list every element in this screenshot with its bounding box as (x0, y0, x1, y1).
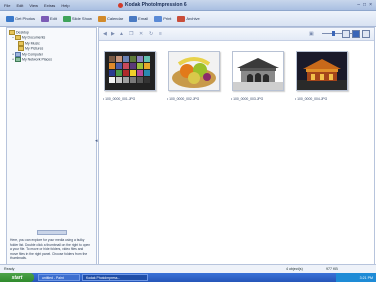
archive-button[interactable]: Archive (177, 15, 200, 22)
forward-icon[interactable]: ▶ (111, 31, 115, 37)
thumbnail-2[interactable] (168, 51, 220, 91)
tree-item-label: My Pictures (25, 46, 44, 51)
get-photos-button[interactable]: Get Photos (6, 15, 36, 22)
select-all-icon[interactable]: ▣ (309, 31, 314, 37)
slideshow-icon (62, 15, 71, 22)
zoom-slider-thumb[interactable] (332, 31, 335, 36)
toolbar-label: Slide Show (71, 16, 92, 21)
temple-night-image (297, 52, 347, 90)
folder-tree: Desktop – My Documents My Music My Pictu… (9, 30, 52, 63)
computer-icon (15, 51, 22, 57)
start-label: start (11, 274, 23, 281)
tree-item-my-network-places[interactable]: + My Network Places (9, 57, 52, 63)
taskbar-item-photoimpression[interactable]: Kodak PhotoImpress... (82, 274, 148, 281)
folder-icon (9, 30, 15, 35)
printer-icon (154, 15, 163, 22)
archive-icon (177, 15, 186, 22)
detail-view-icon[interactable] (362, 30, 370, 38)
thumbnail-4[interactable] (296, 51, 348, 91)
tree-item-label: Desktop (16, 30, 29, 35)
maximize-button[interactable]: □ (363, 2, 366, 8)
thumbnail-caption: • 100_0000_004.JPG (295, 97, 328, 101)
thumbnail-3[interactable] (232, 51, 284, 91)
network-icon (15, 57, 22, 63)
up-folder-icon[interactable]: ▲ (119, 31, 124, 37)
color-chart-image (105, 52, 155, 90)
taskbar-item-label: untitled - Paint (42, 275, 64, 280)
taskbar-item-label: Kodak PhotoImpress... (86, 275, 121, 280)
menu-file[interactable]: File (4, 3, 10, 8)
status-text: Ready (4, 267, 15, 271)
toolbar-label: Print (163, 16, 172, 21)
close-button[interactable]: × (369, 2, 372, 8)
folder-icon (18, 40, 24, 46)
edit-icon (41, 15, 50, 22)
copy-icon[interactable]: ❐ (129, 31, 133, 37)
email-button[interactable]: Email (129, 15, 149, 22)
tree-item-label: My Network Places (22, 57, 52, 62)
tree-item-label: My Music (25, 41, 40, 46)
thumbnail-1[interactable] (104, 51, 156, 91)
thumbnail-caption: • 100_0000_002.JPG (167, 97, 200, 101)
large-thumbnail-view-icon[interactable] (352, 30, 360, 38)
folder-icon (14, 35, 21, 41)
delete-icon[interactable]: ✕ (139, 31, 143, 37)
small-thumbnail-view-icon[interactable] (342, 30, 350, 38)
taskbar: start untitled - Paint Kodak PhotoImpres… (0, 273, 376, 282)
toolbar-label: Email (138, 16, 149, 21)
fruit-basket-image (169, 52, 219, 90)
sort-icon[interactable]: ≡ (159, 31, 162, 37)
menu-help[interactable]: Help (61, 3, 69, 8)
rotate-icon[interactable]: ↻ (149, 31, 153, 37)
slide-show-button[interactable]: Slide Show (62, 15, 92, 22)
total-size: 977 KB (326, 267, 338, 271)
panel-splitter-handle[interactable] (37, 230, 67, 235)
thumbnail-toolbar: ◀ ▶ ▲ ❐ ✕ ↻ ≡ ▣ (99, 28, 374, 41)
temple-gate-image (233, 52, 283, 90)
camera-icon (6, 15, 14, 22)
window-controls: – □ × (357, 2, 372, 8)
thumbnail-panel: ◀ ▶ ▲ ❐ ✕ ↻ ≡ ▣ • 100_0000_001.JPG • 100… (98, 27, 375, 265)
menu-bar: File Edit View Extras Help (4, 3, 70, 8)
edit-button[interactable]: Edit (41, 15, 57, 22)
app-title-text: Kodak PhotoImpression 6 (125, 2, 187, 8)
back-icon[interactable]: ◀ (103, 31, 107, 37)
tree-item-label: My Computer (22, 52, 44, 57)
toolbar-label: Calendar (106, 16, 124, 21)
object-count: 4 object(s) (286, 267, 303, 271)
system-tray: 3:21 PM (336, 273, 376, 282)
toolbar-label: Get Photos (15, 16, 36, 21)
calendar-icon (97, 15, 106, 22)
app-title: Kodak PhotoImpression 6 (118, 2, 187, 8)
menu-view[interactable]: View (29, 3, 38, 8)
taskbar-item-paint[interactable]: untitled - Paint (38, 274, 80, 281)
start-button[interactable]: start (0, 273, 34, 282)
email-icon (129, 15, 138, 22)
clock: 3:21 PM (359, 275, 373, 280)
folder-panel: Desktop – My Documents My Music My Pictu… (6, 27, 97, 265)
main-toolbar: Get Photos Edit Slide Show Calendar Emai… (0, 11, 376, 27)
title-bar: File Edit View Extras Help Kodak PhotoIm… (0, 0, 376, 11)
print-button[interactable]: Print (154, 15, 172, 22)
calendar-button[interactable]: Calendar (97, 15, 124, 22)
tree-item-label: My Documents (21, 35, 46, 40)
toolbar-label: Edit (50, 16, 57, 21)
minimize-button[interactable]: – (357, 2, 360, 8)
view-switcher (342, 30, 370, 38)
kodak-logo-icon (118, 2, 123, 8)
thumbnail-caption: • 100_0000_001.JPG (103, 97, 136, 101)
thumbnail-caption: • 100_0000_003.JPG (231, 97, 264, 101)
folder-icon (18, 46, 24, 52)
menu-edit[interactable]: Edit (16, 3, 23, 8)
menu-extras[interactable]: Extras (44, 3, 55, 8)
help-text: Here, you can explore for your media usi… (10, 238, 91, 261)
toolbar-label: Archive (186, 16, 200, 21)
